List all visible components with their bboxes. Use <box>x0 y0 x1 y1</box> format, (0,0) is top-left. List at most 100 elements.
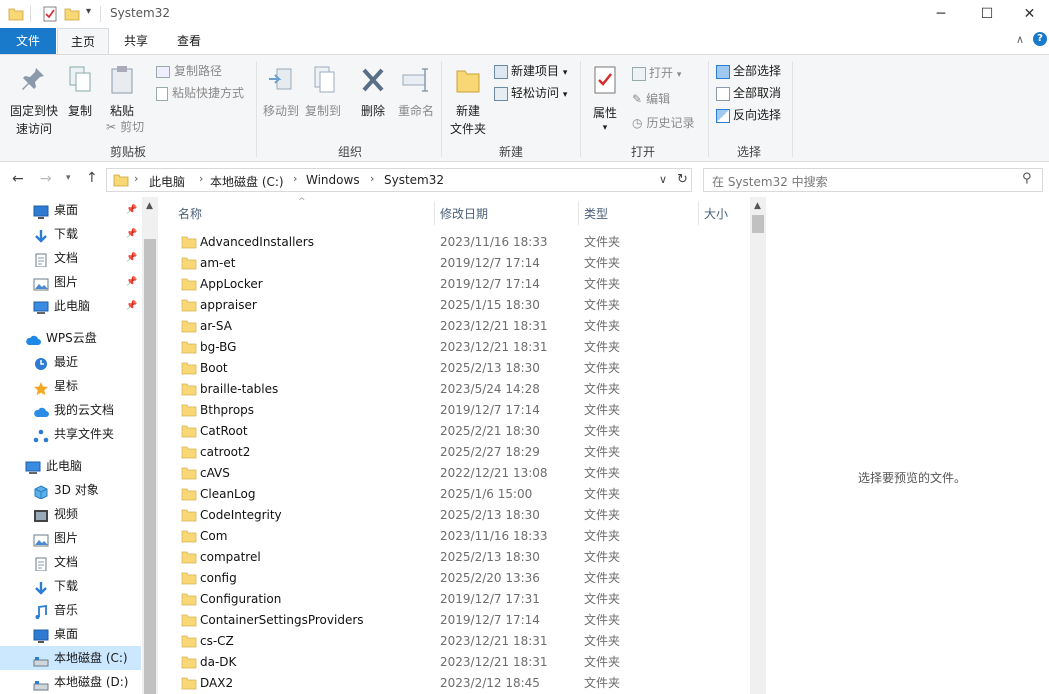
open-button[interactable]: 打开 ▾ <box>632 63 681 85</box>
nav-item[interactable]: 本地磁盘 (C:) <box>0 646 141 670</box>
table-row[interactable]: CodeIntegrity 2025/2/13 18:30 文件夹 <box>176 505 756 526</box>
tab-share[interactable]: 共享 <box>112 28 160 54</box>
rename-button[interactable]: 重命名 <box>396 65 436 121</box>
pin-icon[interactable]: 📌 <box>126 294 137 318</box>
select-all-button[interactable]: 全部选择 <box>716 61 781 81</box>
customize-quick-access-icon[interactable]: ▾ <box>86 6 91 17</box>
select-none-button[interactable]: 全部取消 <box>716 83 781 103</box>
easy-access-button[interactable]: 轻松访问 ▾ <box>494 83 567 105</box>
copy-path-button[interactable]: 复制路径 <box>156 61 222 81</box>
nav-item[interactable]: 图片 <box>0 526 141 550</box>
table-row[interactable]: AppLocker 2019/12/7 17:14 文件夹 <box>176 274 756 295</box>
scroll-up-icon[interactable]: ▲ <box>146 201 153 211</box>
copy-to-button[interactable]: 复制到 <box>304 65 342 121</box>
paste-shortcut-button[interactable]: 粘贴快捷方式 <box>156 83 244 103</box>
file-list-scrollbar[interactable]: ▲ <box>750 197 766 694</box>
nav-item[interactable]: 本地磁盘 (D:) <box>0 670 141 694</box>
nav-item[interactable]: 桌面 <box>0 622 141 646</box>
pin-icon[interactable]: 📌 <box>126 270 137 294</box>
nav-item[interactable]: 3D 对象 <box>0 478 141 502</box>
pin-quick-access-button[interactable]: 固定到快 速访问 <box>6 65 62 137</box>
minimize-button[interactable]: ─ <box>918 0 964 28</box>
nav-item[interactable]: 视频 <box>0 502 141 526</box>
table-row[interactable]: CatRoot 2025/2/21 18:30 文件夹 <box>176 421 756 442</box>
table-row[interactable]: catroot2 2025/2/27 18:29 文件夹 <box>176 442 756 463</box>
scroll-up-icon[interactable]: ▲ <box>754 201 761 211</box>
table-row[interactable]: bg-BG 2023/12/21 18:31 文件夹 <box>176 337 756 358</box>
nav-item[interactable]: 最近 <box>0 350 141 374</box>
address-history-icon[interactable]: ∨ <box>659 173 667 186</box>
table-row[interactable]: AdvancedInstallers 2023/11/16 18:33 文件夹 <box>176 232 756 253</box>
nav-scroll-thumb[interactable] <box>144 239 156 694</box>
new-folder-quick-icon[interactable] <box>64 6 80 22</box>
invert-selection-button[interactable]: 反向选择 <box>716 105 781 125</box>
up-icon[interactable]: ↑ <box>86 170 98 186</box>
table-row[interactable]: ContainerSettingsProviders 2019/12/7 17:1… <box>176 610 756 631</box>
search-icon[interactable]: ⚲ <box>1022 171 1032 186</box>
nav-item[interactable]: 此电脑 📌 <box>0 294 141 318</box>
move-to-button[interactable]: 移动到 <box>262 65 300 121</box>
breadcrumb-system32[interactable]: System32 <box>384 173 444 187</box>
table-row[interactable]: Bthprops 2019/12/7 17:14 文件夹 <box>176 400 756 421</box>
nav-item[interactable]: 文档 <box>0 550 141 574</box>
table-row[interactable]: da-DK 2023/12/21 18:31 文件夹 <box>176 652 756 673</box>
breadcrumb-windows[interactable]: Windows <box>306 173 360 187</box>
nav-item[interactable]: 图片 📌 <box>0 270 141 294</box>
nav-item[interactable]: 此电脑 <box>0 454 141 478</box>
properties-quick-icon[interactable] <box>42 6 58 22</box>
properties-button[interactable]: 属性 ▾ <box>588 65 622 133</box>
breadcrumb-drive-c[interactable]: 本地磁盘 (C:) <box>210 173 284 190</box>
close-button[interactable]: ✕ <box>1010 0 1049 28</box>
pin-icon[interactable]: 📌 <box>126 246 137 270</box>
nav-item[interactable]: 音乐 <box>0 598 141 622</box>
table-row[interactable]: am-et 2019/12/7 17:14 文件夹 <box>176 253 756 274</box>
list-scroll-thumb[interactable] <box>752 215 764 233</box>
edit-button[interactable]: ✎ 编辑 <box>632 89 670 109</box>
nav-item[interactable]: 文档 📌 <box>0 246 141 270</box>
breadcrumb-this-pc[interactable]: 此电脑 <box>149 173 185 190</box>
nav-item[interactable]: WPS云盘 <box>0 326 141 350</box>
copy-button[interactable]: 复制 <box>64 65 96 121</box>
column-header-name[interactable]: 名称 <box>178 205 202 222</box>
paste-button[interactable]: 粘贴 <box>104 65 140 121</box>
forward-icon[interactable]: → <box>40 171 52 187</box>
maximize-button[interactable]: ☐ <box>964 0 1010 28</box>
column-header-type[interactable]: 类型 <box>584 205 608 222</box>
table-row[interactable]: Com 2023/11/16 18:33 文件夹 <box>176 526 756 547</box>
table-row[interactable]: cs-CZ 2023/12/21 18:31 文件夹 <box>176 631 756 652</box>
collapse-ribbon-icon[interactable]: ∧ <box>1016 33 1024 46</box>
table-row[interactable]: braille-tables 2023/5/24 14:28 文件夹 <box>176 379 756 400</box>
pin-icon[interactable]: 📌 <box>126 198 137 222</box>
nav-scrollbar[interactable]: ▲ <box>142 197 158 694</box>
nav-item[interactable]: 共享文件夹 <box>0 422 141 446</box>
table-row[interactable]: cAVS 2022/12/21 13:08 文件夹 <box>176 463 756 484</box>
recent-locations-icon[interactable]: ▾ <box>66 173 71 183</box>
table-row[interactable]: appraiser 2025/1/15 18:30 文件夹 <box>176 295 756 316</box>
table-row[interactable]: Boot 2025/2/13 18:30 文件夹 <box>176 358 756 379</box>
history-button[interactable]: ◷ 历史记录 <box>632 113 695 133</box>
search-input[interactable]: 在 System32 中搜索 ⚲ <box>703 168 1043 192</box>
nav-item[interactable]: 下载 📌 <box>0 222 141 246</box>
back-icon[interactable]: ← <box>12 171 24 187</box>
new-folder-button[interactable]: 新建 文件夹 <box>448 65 488 137</box>
pin-icon[interactable]: 📌 <box>126 222 137 246</box>
tab-file[interactable]: 文件 <box>0 28 56 54</box>
table-row[interactable]: DAX2 2023/2/12 18:45 文件夹 <box>176 673 756 694</box>
delete-button[interactable]: 删除 <box>356 65 390 121</box>
nav-item[interactable]: 桌面 📌 <box>0 198 141 222</box>
table-row[interactable]: config 2025/2/20 13:36 文件夹 <box>176 568 756 589</box>
help-icon[interactable]: ? <box>1033 32 1047 46</box>
column-header-date[interactable]: 修改日期 <box>440 205 488 222</box>
table-row[interactable]: compatrel 2025/2/13 18:30 文件夹 <box>176 547 756 568</box>
address-bar[interactable]: › 此电脑 › 本地磁盘 (C:) › Windows › System32 ∨… <box>106 168 692 192</box>
column-header-size[interactable]: 大小 <box>704 205 728 222</box>
tab-home[interactable]: 主页 <box>57 28 109 55</box>
table-row[interactable]: CleanLog 2025/1/6 15:00 文件夹 <box>176 484 756 505</box>
tab-view[interactable]: 查看 <box>164 28 214 54</box>
nav-item[interactable]: 星标 <box>0 374 141 398</box>
nav-item[interactable]: 下载 <box>0 574 141 598</box>
refresh-icon[interactable]: ↻ <box>677 172 688 187</box>
nav-item[interactable]: 我的云文档 <box>0 398 141 422</box>
table-row[interactable]: ar-SA 2023/12/21 18:31 文件夹 <box>176 316 756 337</box>
new-item-button[interactable]: 新建项目 ▾ <box>494 61 567 83</box>
